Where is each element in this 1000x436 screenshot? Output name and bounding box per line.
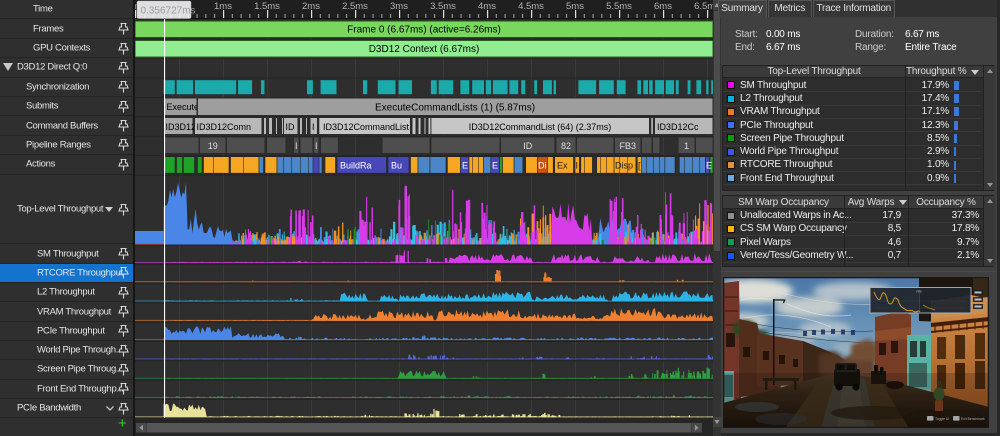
svg-text:Disp: Disp xyxy=(615,161,633,171)
svg-text:19: 19 xyxy=(208,141,218,151)
svg-text:1.5ms: 1.5ms xyxy=(254,1,280,12)
svg-text:E: E xyxy=(706,161,712,171)
svg-text:Di: Di xyxy=(538,161,547,171)
svg-text:ID: ID xyxy=(523,141,533,151)
svg-text:ID: ID xyxy=(286,122,296,132)
svg-text:1ms: 1ms xyxy=(214,1,232,12)
svg-text:3ms: 3ms xyxy=(390,1,408,12)
svg-text:BuildRa: BuildRa xyxy=(340,161,372,171)
svg-text:ID3D12Cc: ID3D12Cc xyxy=(657,122,699,132)
svg-text:5.5ms: 5.5ms xyxy=(606,1,632,12)
svg-text:I: I xyxy=(295,141,298,151)
svg-text:ExecuteCommandLists (1) (5.87m: ExecuteCommandLists (1) (5.87ms) xyxy=(375,103,535,114)
svg-text:2.5ms: 2.5ms xyxy=(342,1,368,12)
svg-text:Execute: Execute xyxy=(167,102,200,112)
svg-text:4ms: 4ms xyxy=(478,1,496,12)
svg-text:5ms: 5ms xyxy=(566,1,584,12)
svg-text:6ms: 6ms xyxy=(654,1,672,12)
svg-text:D3D12 Context (6.67ms): D3D12 Context (6.67ms) xyxy=(369,44,480,55)
svg-text:ID3D12CommandList (64) (2.37ms: ID3D12CommandList (64) (2.37ms) xyxy=(469,122,612,132)
svg-text:2ms: 2ms xyxy=(302,1,320,12)
svg-text:82: 82 xyxy=(561,141,571,151)
svg-text:E: E xyxy=(462,161,468,171)
svg-text:ID3D12CommandList: ID3D12CommandList xyxy=(323,122,410,132)
svg-text:ID3D12Comn: ID3D12Comn xyxy=(197,122,252,132)
svg-text:1: 1 xyxy=(684,141,689,151)
svg-text:ID3D12: ID3D12 xyxy=(166,122,197,132)
svg-text:3.5ms: 3.5ms xyxy=(430,1,456,12)
svg-text:Bu: Bu xyxy=(391,161,402,171)
svg-text:Ex: Ex xyxy=(557,161,568,171)
svg-text:FB3: FB3 xyxy=(619,141,636,151)
svg-text:0.356727ms: 0.356727ms xyxy=(141,6,196,17)
svg-text:I: I xyxy=(312,122,315,132)
svg-text:Frame 0 (6.67ms) (active=6.26m: Frame 0 (6.67ms) (active=6.26ms) xyxy=(347,25,501,36)
svg-text:E: E xyxy=(492,161,498,171)
svg-text:I: I xyxy=(576,161,579,171)
svg-text:I: I xyxy=(315,141,318,151)
svg-text:4.5ms: 4.5ms xyxy=(518,1,544,12)
